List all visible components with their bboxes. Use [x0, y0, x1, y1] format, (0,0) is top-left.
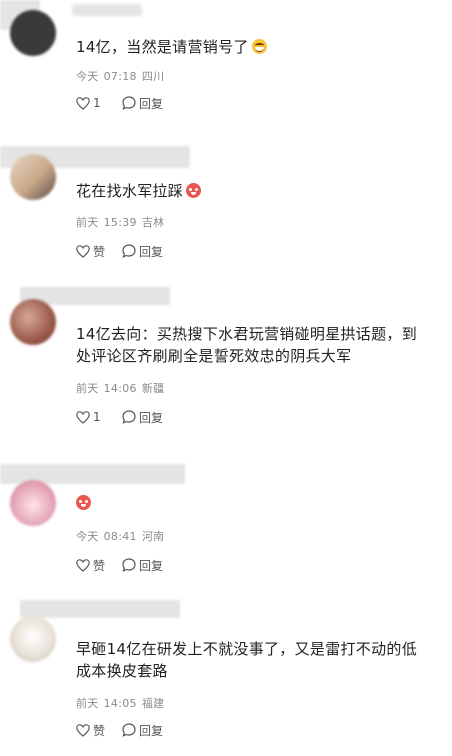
- comment-meta: 今天 08:41 河南: [76, 528, 169, 544]
- comment-text-body: 14亿，当然是请营销号了: [76, 38, 249, 56]
- like-label: 赞: [93, 723, 106, 738]
- comment-day: 前天: [76, 697, 99, 710]
- comment-item: 早砸14亿在研发上不就没事了，又是雷打不动的低成本换皮套路 前天 14:05 福建 …: [0, 598, 452, 756]
- comment-text: 14亿，当然是请营销号了: [76, 36, 432, 58]
- heart-icon: [76, 96, 90, 110]
- comment-day: 前天: [76, 216, 99, 229]
- reply-label: 回复: [139, 410, 164, 425]
- comment-actions: 赞 回复: [76, 719, 163, 741]
- comment-text: [76, 492, 432, 514]
- comment-time: 14:06: [103, 382, 137, 395]
- reply-button[interactable]: 回复: [122, 243, 163, 260]
- comment-text: 花在找水军拉踩: [76, 180, 432, 202]
- reply-button[interactable]: 回复: [122, 409, 163, 426]
- like-button[interactable]: 赞: [76, 243, 122, 260]
- red-face-emoji-icon: [186, 183, 202, 198]
- grinning-face-emoji-icon: [251, 39, 267, 54]
- comment-text-body: 花在找水军拉踩: [76, 182, 184, 200]
- comment-actions: 赞 回复: [76, 240, 163, 262]
- reply-bubble-icon: [122, 244, 136, 258]
- reply-bubble-icon: [122, 558, 136, 572]
- avatar[interactable]: [10, 480, 56, 526]
- comment-day: 今天: [76, 530, 99, 543]
- comment-day: 今天: [76, 70, 99, 83]
- reply-button[interactable]: 回复: [122, 95, 163, 112]
- comment-time: 15:39: [103, 216, 137, 229]
- reply-button[interactable]: 回复: [122, 722, 163, 739]
- comment-meta: 今天 07:18 四川: [76, 68, 169, 84]
- comment-meta: 前天 15:39 吉林: [76, 214, 169, 230]
- like-button[interactable]: 1: [76, 410, 122, 424]
- reply-label: 回复: [139, 244, 164, 259]
- comment-location: 河南: [141, 530, 165, 543]
- comment-location: 新疆: [141, 382, 165, 395]
- comment-actions: 1 回复: [76, 92, 163, 114]
- like-count: 1: [93, 410, 101, 424]
- reply-label: 回复: [139, 96, 164, 111]
- comment-day: 前天: [76, 382, 99, 395]
- reply-bubble-icon: [122, 410, 136, 424]
- comment-location: 福建: [141, 697, 165, 710]
- like-button[interactable]: 赞: [76, 557, 122, 574]
- heart-icon: [76, 244, 90, 258]
- reply-bubble-icon: [122, 96, 136, 110]
- comment-item: 14亿，当然是请营销号了 今天 07:18 四川 1 回复: [0, 0, 452, 120]
- like-button[interactable]: 赞: [76, 722, 122, 739]
- heart-icon: [76, 723, 90, 737]
- like-count: 1: [93, 96, 101, 110]
- reply-button[interactable]: 回复: [122, 557, 163, 574]
- comment-location: 吉林: [141, 216, 165, 229]
- comment-meta: 前天 14:06 新疆: [76, 380, 169, 396]
- comment-time: 07:18: [103, 70, 137, 83]
- reply-bubble-icon: [122, 723, 136, 737]
- comment-text: 早砸14亿在研发上不就没事了，又是雷打不动的低成本换皮套路: [76, 640, 417, 680]
- comment-item: 今天 08:41 河南 赞 回复: [0, 462, 452, 582]
- comment-time: 08:41: [103, 530, 137, 543]
- avatar[interactable]: [10, 299, 56, 345]
- username-blurred[interactable]: [72, 4, 142, 16]
- comment-time: 14:05: [103, 697, 137, 710]
- comment-location: 四川: [141, 70, 165, 83]
- like-label: 赞: [93, 244, 106, 259]
- avatar[interactable]: [10, 10, 56, 56]
- heart-icon: [76, 558, 90, 572]
- red-face-emoji-icon: [76, 495, 91, 510]
- comment-item: 14亿去向：买热搜下水君玩营销碰明星拱话题，到处评论区齐刷刷全是誓死效忠的阴兵大…: [0, 285, 452, 445]
- reply-label: 回复: [139, 723, 164, 738]
- comment-text: 14亿去向：买热搜下水君玩营销碰明星拱话题，到处评论区齐刷刷全是誓死效忠的阴兵大…: [76, 325, 417, 365]
- comment-meta: 前天 14:05 福建: [76, 695, 169, 711]
- avatar[interactable]: [10, 154, 56, 200]
- heart-icon: [76, 410, 90, 424]
- comment-actions: 赞 回复: [76, 554, 163, 576]
- reply-label: 回复: [139, 558, 164, 573]
- comment-actions: 1 回复: [76, 406, 163, 428]
- comment-item: 花在找水军拉踩 前天 15:39 吉林 赞 回复: [0, 140, 452, 270]
- avatar[interactable]: [10, 616, 56, 662]
- like-button[interactable]: 1: [76, 96, 122, 110]
- like-label: 赞: [93, 558, 106, 573]
